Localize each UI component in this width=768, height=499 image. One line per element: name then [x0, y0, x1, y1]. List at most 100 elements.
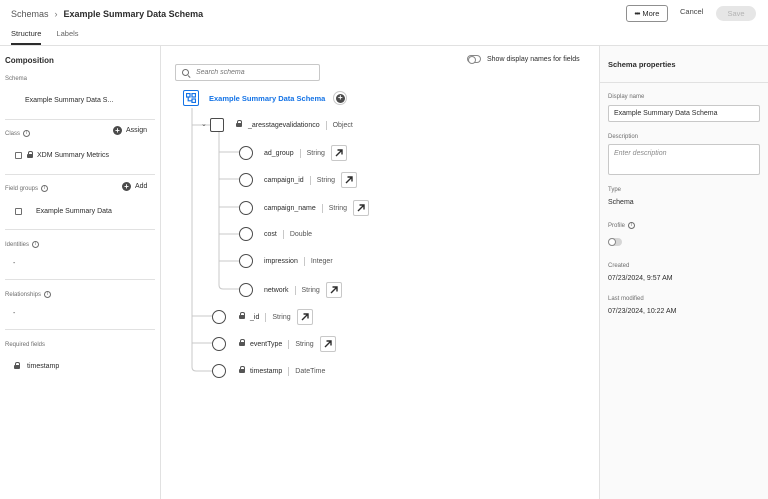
class-item[interactable]: XDM Summary Metrics [15, 150, 109, 159]
lock-icon [239, 312, 245, 320]
field-node-campaign_name[interactable]: campaign_name String [239, 200, 370, 216]
type-separator [265, 312, 267, 322]
field-selector[interactable] [239, 283, 253, 297]
identities-value: - [13, 260, 16, 267]
schema-canvas: Show display names for fields [161, 46, 599, 499]
info-icon[interactable]: i [44, 291, 52, 298]
info-icon[interactable]: i [628, 222, 636, 229]
info-icon[interactable]: i [32, 241, 40, 248]
field-selector[interactable] [239, 146, 253, 160]
lock-icon [27, 150, 33, 159]
schema-item[interactable]: Example Summary Data S... [25, 97, 113, 104]
info-icon[interactable]: i [23, 130, 31, 137]
lock-icon [14, 361, 20, 370]
type-separator [303, 256, 305, 266]
add-circle-icon: + [122, 182, 131, 191]
add-circle-icon: + [113, 126, 122, 135]
save-button[interactable]: Save [716, 6, 756, 21]
object-field-node[interactable]: _aresstagevalidationco Object [210, 118, 353, 132]
more-label: More [642, 9, 660, 18]
field-type: String [306, 149, 325, 157]
assign-class-button[interactable]: + Assign [113, 126, 147, 135]
type-separator [309, 175, 311, 185]
required-fields-section-label: Required fields [5, 342, 46, 348]
relationship-arrow-icon[interactable] [319, 336, 336, 352]
relationship-arrow-icon[interactable] [296, 309, 313, 325]
tab-structure[interactable]: Structure [11, 29, 42, 45]
field-node-ad_group[interactable]: ad_group String [239, 145, 347, 161]
type-separator [325, 120, 327, 130]
field-type: String [316, 176, 335, 184]
field-type: DateTime [295, 367, 326, 375]
field-node-network[interactable]: network String [239, 282, 342, 298]
schema-properties-panel: Schema properties Display name Example S… [599, 46, 768, 499]
relationship-arrow-icon[interactable] [353, 200, 370, 216]
add-field-group-button[interactable]: + Add [122, 182, 147, 191]
relationship-arrow-icon[interactable] [325, 282, 342, 298]
display-name-field[interactable]: Example Summary Data Schema [608, 105, 760, 122]
field-name: timestamp [250, 367, 283, 375]
field-group-checkbox[interactable] [15, 208, 22, 215]
breadcrumb-schemas-link[interactable]: Schemas [11, 9, 49, 19]
more-button[interactable]: ••• More [626, 5, 668, 22]
field-selector[interactable] [239, 173, 253, 187]
info-icon[interactable]: i [41, 185, 49, 192]
display-name-label: Display name [608, 94, 645, 100]
header: Schemas › Example Summary Data Schema St… [0, 0, 768, 46]
object-field-selector[interactable] [210, 118, 224, 132]
tab-labels[interactable]: Labels [56, 29, 78, 45]
chevron-right-icon: › [54, 9, 58, 19]
required-field-item[interactable]: timestamp [14, 361, 59, 370]
field-node-timestamp[interactable]: timestamp DateTime [212, 364, 325, 378]
field-node-eventType[interactable]: eventType String [212, 336, 336, 352]
field-node-cost[interactable]: cost Double [239, 227, 312, 241]
field-type: String [328, 204, 348, 212]
class-section-label: Class i [5, 130, 31, 137]
composition-panel: Composition Schema Example Summary Data … [0, 46, 161, 499]
type-separator [282, 229, 284, 239]
schema-tree-icon [183, 90, 199, 106]
field-type: Double [289, 230, 313, 238]
schema-root-node[interactable]: Example Summary Data Schema + [183, 90, 348, 106]
field-node-_id[interactable]: _id String [212, 309, 313, 325]
divider [5, 279, 155, 280]
profile-toggle[interactable] [608, 238, 622, 246]
field-type: String [295, 340, 314, 348]
field-type: String [272, 313, 291, 321]
cancel-button[interactable]: Cancel [680, 7, 703, 16]
field-name: campaign_id [264, 176, 304, 184]
field-name: cost [264, 230, 277, 238]
more-dots-icon: ••• [634, 9, 641, 18]
last-modified-label: Last modified [608, 296, 644, 302]
field-group-item[interactable]: Example Summary Data [15, 208, 112, 215]
field-name: impression [264, 257, 298, 265]
relationships-section-label: Relationships i [5, 291, 52, 298]
field-node-impression[interactable]: impression Integer [239, 254, 333, 268]
field-selector[interactable] [239, 254, 253, 268]
field-selector[interactable] [239, 227, 253, 241]
created-value: 07/23/2024, 9:57 AM [608, 275, 673, 282]
field-selector[interactable] [212, 337, 226, 351]
last-modified-value: 07/23/2024, 10:22 AM [608, 308, 677, 315]
class-checkbox[interactable] [15, 152, 22, 159]
tree-connectors [191, 108, 239, 372]
divider [5, 229, 155, 230]
field-selector[interactable] [212, 310, 226, 324]
field-selector[interactable] [212, 364, 226, 378]
field-groups-section-label: Field groups i [5, 185, 49, 192]
field-name: ad_group [264, 149, 294, 157]
description-field[interactable]: Enter description [608, 144, 760, 175]
field-node-campaign_id[interactable]: campaign_id String [239, 172, 357, 188]
page-title: Example Summary Data Schema [63, 9, 204, 19]
add-field-button[interactable]: + [333, 91, 348, 105]
type-separator [299, 148, 301, 158]
field-selector[interactable] [239, 201, 253, 215]
chevron-down-icon[interactable]: ⌄ [201, 120, 207, 128]
schema-root-name[interactable]: Example Summary Data Schema [209, 94, 325, 103]
lock-icon [239, 339, 245, 347]
type-separator [321, 203, 323, 213]
description-label: Description [608, 134, 639, 140]
relationship-arrow-icon[interactable] [341, 172, 357, 188]
field-name: _id [250, 313, 260, 321]
relationship-arrow-icon[interactable] [330, 145, 347, 161]
